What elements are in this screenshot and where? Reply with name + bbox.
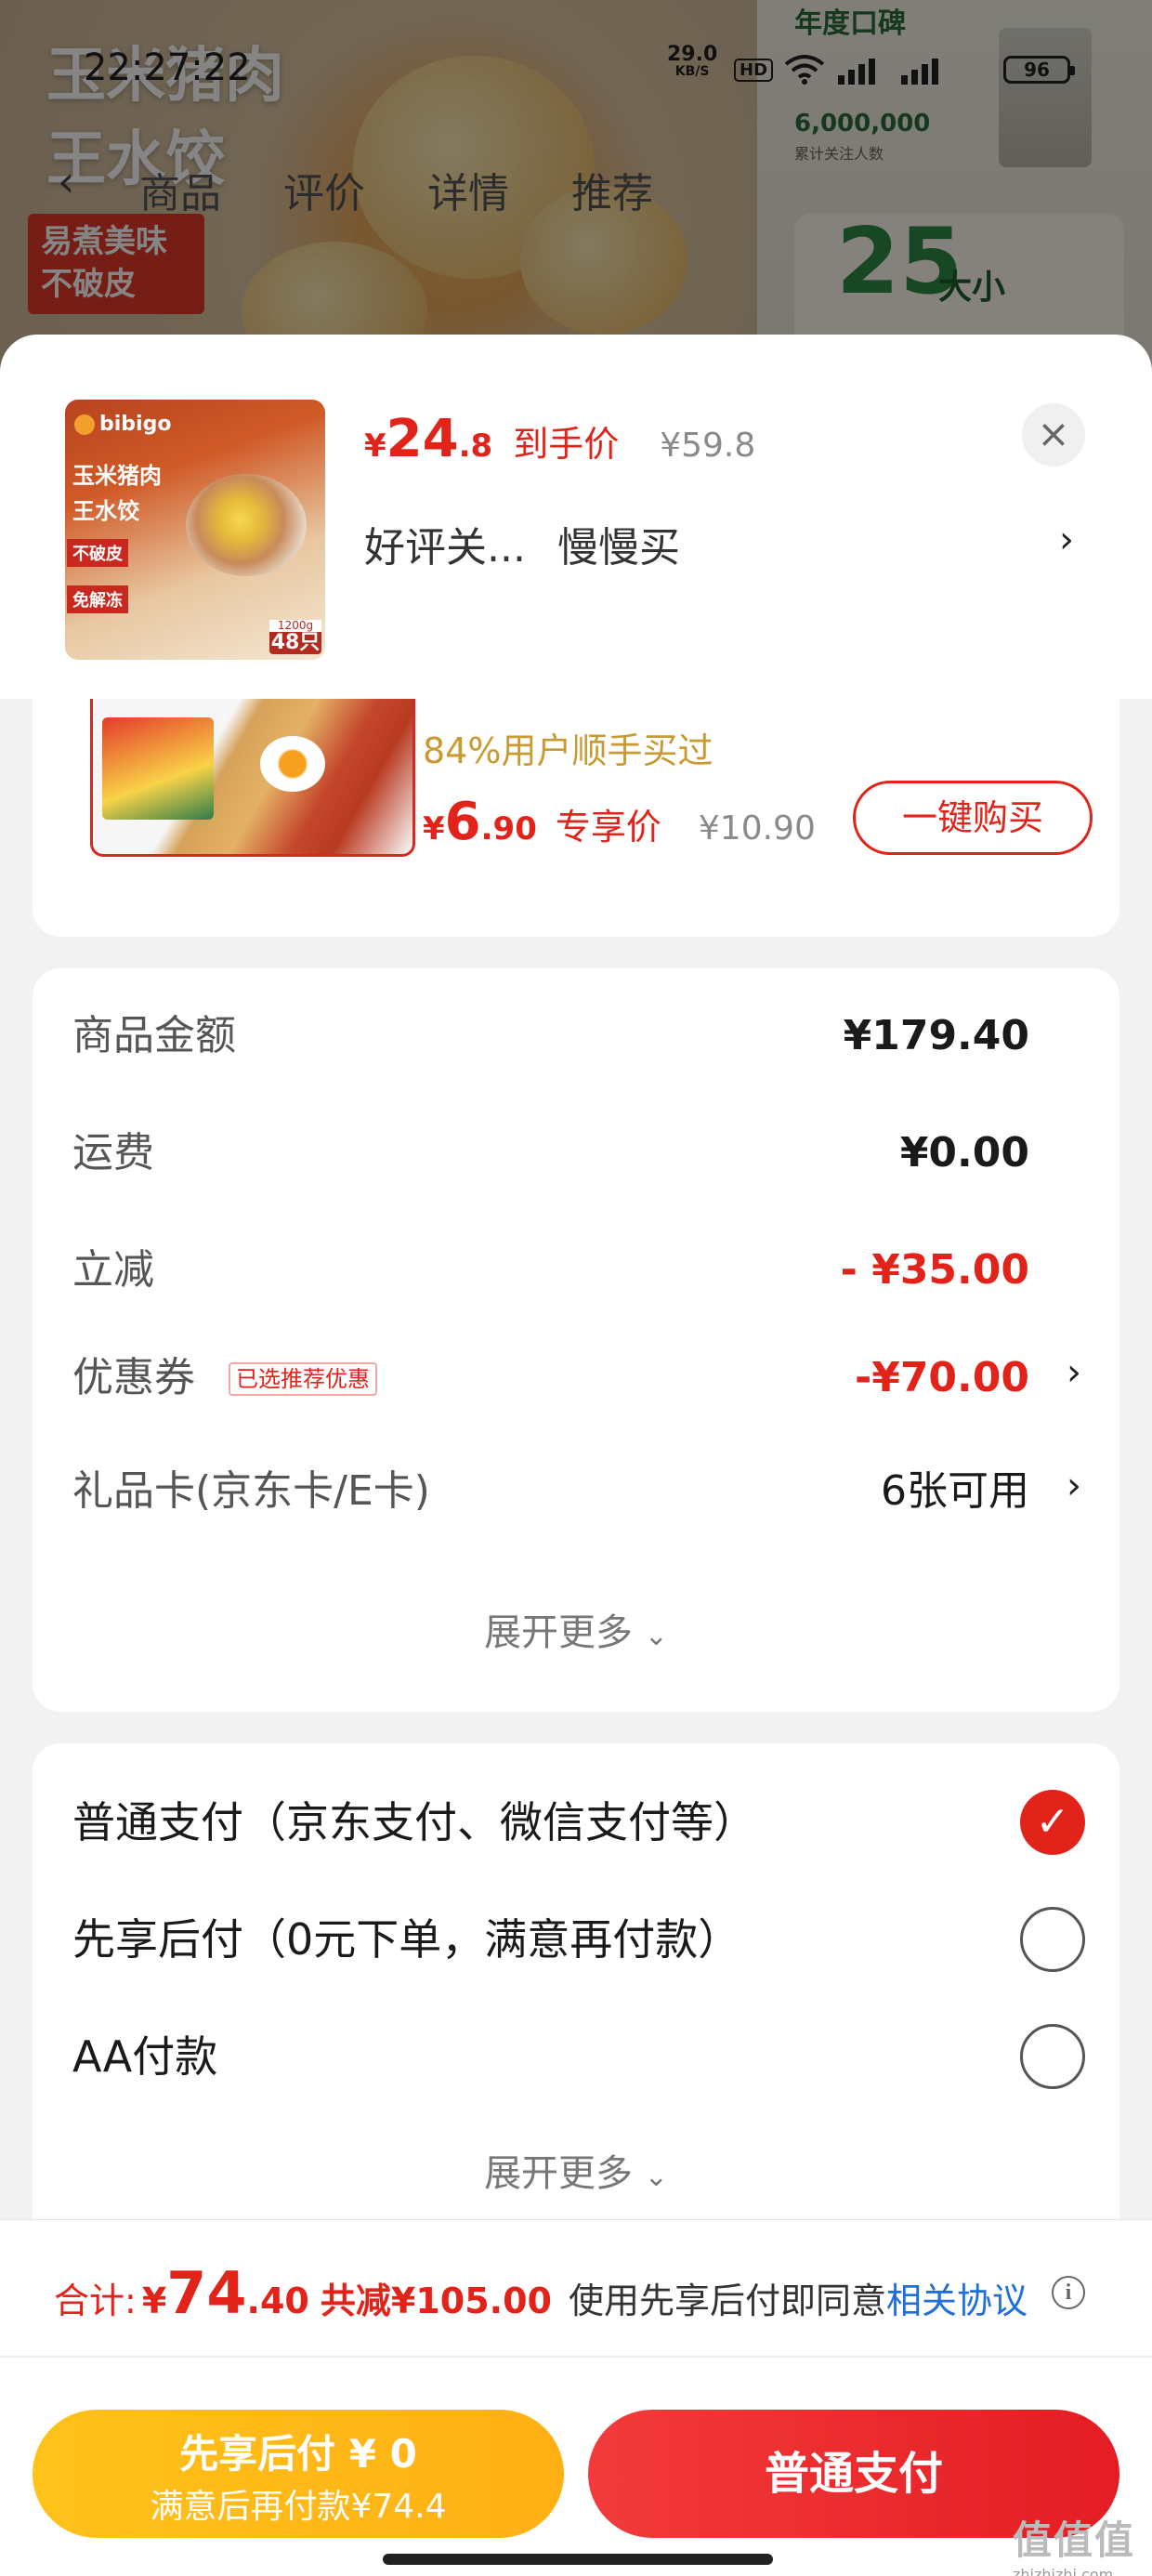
chevron-right-icon[interactable]: › bbox=[1059, 519, 1074, 561]
brand-logo: bibigo bbox=[74, 413, 171, 436]
chevron-down-icon: ⌄ bbox=[644, 2161, 668, 2193]
radio-unchecked-icon[interactable] bbox=[1020, 2024, 1085, 2089]
radio-unchecked-icon[interactable] bbox=[1020, 1907, 1085, 1972]
summary-row-goods: 商品金额 ¥179.40 bbox=[72, 1004, 1085, 1069]
spec-part2: 慢慢买 bbox=[556, 524, 680, 572]
info-icon[interactable]: i bbox=[1052, 2276, 1085, 2309]
product-price-row: ¥ 24 .8 到手价 ¥59.8 bbox=[364, 409, 755, 483]
divider bbox=[0, 2356, 1152, 2358]
pay-later-line2: 满意后再付款¥74.4 bbox=[150, 2488, 447, 2526]
summary-value: ¥179.40 bbox=[843, 1012, 1029, 1059]
close-icon[interactable]: × bbox=[1022, 403, 1085, 467]
coupon-tag: 已选推荐优惠 bbox=[229, 1362, 377, 1396]
total-currency: ¥ bbox=[141, 2280, 167, 2321]
total-integer: 74 bbox=[166, 2259, 247, 2327]
summary-row-discount: 立减 - ¥35.00 bbox=[72, 1238, 1085, 1303]
recommend-card: 84%用户顺手买过 ¥ 6 .90 专享价 ¥10.90 一键购买 bbox=[33, 699, 1119, 937]
watermark: 值值值 zhizhizhi.com bbox=[1013, 2509, 1135, 2576]
summary-row-coupon[interactable]: 优惠券 已选推荐优惠 -¥70.00 › bbox=[72, 1346, 1085, 1411]
summary-value: -¥70.00 bbox=[854, 1354, 1029, 1401]
chevron-right-icon: › bbox=[1067, 1351, 1081, 1394]
recommend-image[interactable] bbox=[90, 699, 415, 857]
summary-value: ¥0.00 bbox=[899, 1129, 1029, 1176]
product-thumbnail: bibigo 玉米猪肉 王水饺 不破皮 免解冻 1200g 48只 bbox=[65, 400, 325, 660]
expand-more-button[interactable]: 展开更多 ⌄ bbox=[33, 1602, 1119, 1656]
payment-option-label: 普通支付（京东支付、微信支付等） bbox=[72, 1797, 756, 1847]
thumb-line1: 玉米猪肉 bbox=[72, 463, 162, 489]
checkout-sheet: bibigo 玉米猪肉 王水饺 不破皮 免解冻 1200g 48只 ¥ 24 .… bbox=[0, 335, 1152, 2576]
recommend-subtitle: 84%用户顺手买过 bbox=[423, 730, 713, 771]
brand-name: bibigo bbox=[99, 413, 172, 436]
sheet-header: bibigo 玉米猪肉 王水饺 不破皮 免解冻 1200g 48只 ¥ 24 .… bbox=[0, 335, 1152, 699]
summary-label: 礼品卡(京东卡/E卡) bbox=[72, 1467, 430, 1515]
total-decimal: .40 bbox=[246, 2280, 309, 2321]
dumpling-image bbox=[186, 474, 307, 576]
spec-part1: 好评关... bbox=[364, 524, 526, 572]
overlay-dim[interactable] bbox=[0, 0, 1152, 390]
original-price: ¥59.8 bbox=[660, 427, 756, 465]
summary-value: 6张可用 bbox=[881, 1467, 1029, 1515]
expand-more-button[interactable]: 展开更多 ⌄ bbox=[33, 2143, 1119, 2197]
recommend-price-row: ¥ 6 .90 专享价 ¥10.90 bbox=[423, 792, 816, 852]
currency-symbol: ¥ bbox=[364, 427, 386, 465]
payment-option-label: 先享后付（0元下单，满意再付款） bbox=[72, 1914, 741, 1965]
expand-more-label: 展开更多 bbox=[484, 1611, 634, 1654]
payment-option-paylater[interactable]: 先享后付（0元下单，满意再付款） bbox=[72, 1898, 1085, 1981]
summary-row-shipping: 运费 ¥0.00 bbox=[72, 1121, 1085, 1186]
spec-selector[interactable]: 好评关... 慢慢买 bbox=[364, 511, 1089, 576]
agreement-prefix: 使用先享后付即同意 bbox=[569, 2280, 887, 2321]
spec-text: 好评关... 慢慢买 bbox=[364, 514, 680, 573]
recommend-price-decimal: .90 bbox=[480, 810, 537, 848]
summary-label: 运费 bbox=[72, 1129, 154, 1176]
payment-option-normal[interactable]: 普通支付（京东支付、微信支付等） ✓ bbox=[72, 1781, 1085, 1864]
thumb-count: 48只 bbox=[270, 630, 321, 654]
summary-label: 立减 bbox=[72, 1246, 154, 1294]
recommend-original-price: ¥10.90 bbox=[698, 809, 816, 848]
chevron-right-icon: › bbox=[1067, 1465, 1081, 1507]
radio-checked-icon[interactable]: ✓ bbox=[1020, 1790, 1085, 1855]
order-summary-card: 商品金额 ¥179.40 运费 ¥0.00 立减 - ¥35.00 优惠券 已选… bbox=[33, 968, 1119, 1712]
payment-option-label: AA付款 bbox=[72, 2031, 218, 2082]
chevron-down-icon: ⌄ bbox=[644, 1620, 668, 1652]
total-row: 合计: ¥ 74 .40 共减¥105.00 bbox=[54, 2259, 552, 2327]
pay-later-line1: 先享后付 ¥ 0 bbox=[179, 2431, 417, 2477]
price-decimal: .8 bbox=[458, 427, 493, 465]
thumb-tag1: 不破皮 bbox=[67, 539, 128, 567]
checkout-footer: 合计: ¥ 74 .40 共减¥105.00 使用先享后付即同意相关协议 i 先… bbox=[0, 2219, 1152, 2576]
thumb-line2: 王水饺 bbox=[72, 498, 139, 524]
payment-option-aa[interactable]: AA付款 bbox=[72, 2015, 1085, 2098]
summary-label: 优惠券 bbox=[72, 1354, 195, 1401]
summary-row-giftcard[interactable]: 礼品卡(京东卡/E卡) 6张可用 › bbox=[72, 1459, 1085, 1524]
agreement-text: 使用先享后付即同意相关协议 bbox=[569, 2272, 1028, 2323]
watermark-url: zhizhizhi.com bbox=[1013, 2566, 1114, 2576]
thumb-badge: 1200g 48只 bbox=[269, 619, 321, 654]
payment-method-card: 普通支付（京东支付、微信支付等） ✓ 先享后付（0元下单，满意再付款） AA付款… bbox=[33, 1743, 1119, 2273]
pay-later-button[interactable]: 先享后付 ¥ 0 满意后再付款¥74.4 bbox=[33, 2410, 564, 2538]
total-saved: 共减¥105.00 bbox=[320, 2280, 552, 2321]
recommend-price-label: 专享价 bbox=[555, 807, 661, 848]
summary-label: 商品金额 bbox=[72, 1012, 236, 1059]
price-label: 到手价 bbox=[513, 424, 620, 465]
thumb-tag2: 免解冻 bbox=[67, 585, 128, 613]
recommend-currency: ¥ bbox=[423, 810, 445, 848]
agreement-link[interactable]: 相关协议 bbox=[886, 2280, 1028, 2321]
expand-more-label: 展开更多 bbox=[484, 2152, 634, 2195]
total-label: 合计: bbox=[54, 2280, 137, 2321]
summary-value: - ¥35.00 bbox=[840, 1246, 1029, 1294]
home-indicator[interactable] bbox=[383, 2554, 773, 2565]
one-click-buy-button[interactable]: 一键购买 bbox=[853, 781, 1093, 855]
price-integer: 24 bbox=[386, 409, 459, 469]
recommend-price-integer: 6 bbox=[444, 792, 481, 852]
watermark-text: 值值值 bbox=[1013, 2517, 1136, 2563]
